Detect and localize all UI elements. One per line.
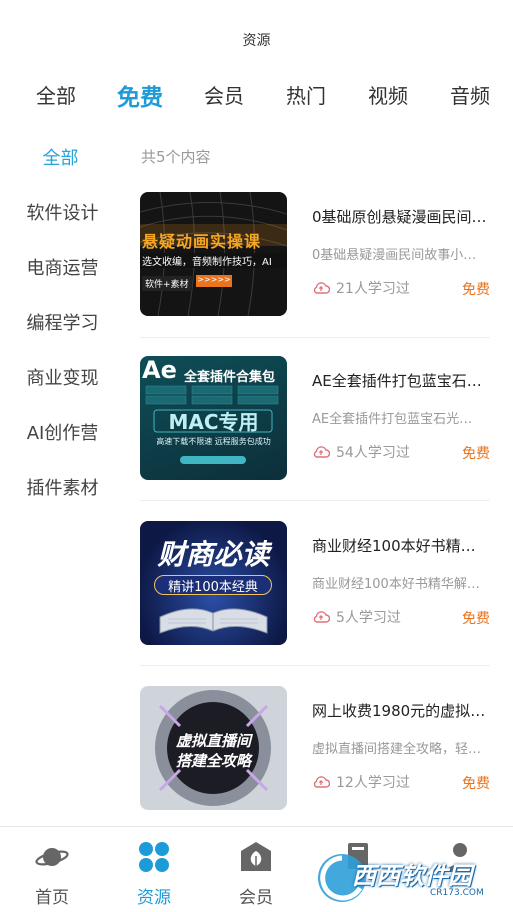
- thumb-subtitle: 搭建全攻略: [175, 752, 251, 770]
- divider: [140, 665, 490, 666]
- course-description: 0基础悬疑漫画民间故事小…: [312, 248, 477, 263]
- course-title[interactable]: 网上收费1980元的虚拟直播间: [312, 700, 490, 721]
- thumb-mac-label: MAC专用: [168, 410, 259, 434]
- content-count: 共5个内容: [141, 148, 211, 166]
- thumb-arrows: >>>>>: [196, 275, 232, 287]
- tab-all[interactable]: 全部: [36, 80, 76, 109]
- course-title[interactable]: AE全套插件打包蓝宝石光效…: [312, 370, 490, 391]
- sidebar-item-plugins[interactable]: 插件素材: [0, 474, 125, 500]
- list-item[interactable]: 虚拟直播间 搭建全攻略 网上收费1980元的虚拟直播间 虚拟直播间搭建全攻略，轻…: [140, 686, 490, 810]
- price-badge: 免费: [462, 611, 490, 627]
- learner-count-text: 5人学习过: [336, 610, 401, 626]
- thumb-button-shape: [180, 456, 246, 464]
- price-badge: 免费: [462, 282, 490, 298]
- member-leaf-icon: [241, 842, 271, 871]
- divider: [140, 500, 490, 501]
- cloud-upload-icon: [313, 282, 330, 294]
- price-badge: 免费: [462, 776, 490, 792]
- grid-dots-icon: [139, 842, 169, 872]
- sidebar-item-programming[interactable]: 编程学习: [0, 309, 125, 335]
- course-thumbnail: 财商必读 精讲100本经典: [140, 521, 287, 645]
- learner-count-text: 12人学习过: [336, 775, 410, 791]
- open-book-icon: [159, 608, 268, 634]
- course-thumbnail: 悬疑动画实操课 选文收编，音频制作技巧，AI 软件+素材 >>>>>: [140, 192, 287, 316]
- nav-member[interactable]: 会员: [216, 841, 296, 908]
- list-item[interactable]: Ae 全套插件合集包 MAC专用 高速下载不限速 远程服务包成功 AE全套插件打…: [140, 356, 490, 480]
- course-description: 虚拟直播间搭建全攻略，轻…: [312, 742, 482, 757]
- sidebar-item-ai-creation[interactable]: AI创作营: [0, 419, 125, 445]
- tab-video[interactable]: 视频: [368, 80, 408, 109]
- watermark-subtext: CR173.COM: [430, 888, 484, 898]
- thumb-subtitle: 高速下载不限速 远程服务包成功: [156, 437, 271, 446]
- price-badge: 免费: [462, 446, 490, 462]
- nav-home-label: 首页: [35, 888, 69, 908]
- learner-count: 54人学习过: [312, 442, 410, 462]
- learner-count: 5人学习过: [312, 607, 401, 627]
- thumb-title: 虚拟直播间: [175, 732, 251, 750]
- top-tab-bar: 全部 免费 会员 热门 视频 音频: [0, 80, 513, 114]
- cloud-upload-icon: [313, 776, 330, 788]
- cloud-upload-icon: [313, 611, 330, 623]
- sidebar-item-monetization[interactable]: 商业变现: [0, 364, 125, 390]
- tab-free[interactable]: 免费: [117, 78, 163, 112]
- course-description: AE全套插件打包蓝宝石光…: [312, 412, 473, 427]
- course-thumbnail: Ae 全套插件合集包 MAC专用 高速下载不限速 远程服务包成功: [140, 356, 287, 480]
- cloud-upload-icon: [313, 446, 330, 458]
- learner-count: 12人学习过: [312, 772, 410, 792]
- nav-resources[interactable]: 资源: [114, 841, 194, 908]
- course-description: 商业财经100本好书精华解…: [312, 577, 480, 592]
- sidebar-item-ecommerce[interactable]: 电商运营: [0, 254, 125, 280]
- course-thumbnail: 虚拟直播间 搭建全攻略: [140, 686, 287, 810]
- sidebar-item-software-design[interactable]: 软件设计: [0, 199, 125, 225]
- list-item[interactable]: 财商必读 精讲100本经典 商业财经100本好书精华解读 商业财经100本好书精…: [140, 521, 490, 645]
- course-title[interactable]: 0基础原创悬疑漫画民间故事…: [312, 206, 490, 227]
- planet-icon: [35, 848, 69, 866]
- learner-count-text: 21人学习过: [336, 281, 410, 297]
- watermark-text: 西西软件园: [352, 862, 472, 890]
- sidebar-item-all[interactable]: 全部: [0, 144, 123, 170]
- learner-count: 21人学习过: [312, 278, 410, 298]
- list-item[interactable]: 悬疑动画实操课 选文收编，音频制作技巧，AI 软件+素材 >>>>> 0基础原创…: [140, 192, 490, 316]
- thumb-subtitle: 选文收编，音频制作技巧，AI: [140, 253, 287, 268]
- learner-count-text: 54人学习过: [336, 445, 410, 461]
- thumb-title: 悬疑动画实操课: [142, 232, 262, 251]
- tab-audio[interactable]: 音频: [450, 80, 490, 109]
- page-title: 资源: [242, 33, 271, 49]
- divider: [140, 337, 490, 338]
- tab-hot[interactable]: 热门: [286, 80, 326, 109]
- watermark-logo: 西西软件园 CR173.COM: [312, 848, 508, 908]
- course-title[interactable]: 商业财经100本好书精华解读: [312, 535, 490, 556]
- thumb-tag: 软件+素材: [142, 276, 192, 291]
- tab-member[interactable]: 会员: [204, 80, 244, 109]
- nav-home[interactable]: 首页: [12, 841, 92, 908]
- nav-member-label: 会员: [239, 888, 273, 908]
- nav-resources-label: 资源: [137, 888, 171, 908]
